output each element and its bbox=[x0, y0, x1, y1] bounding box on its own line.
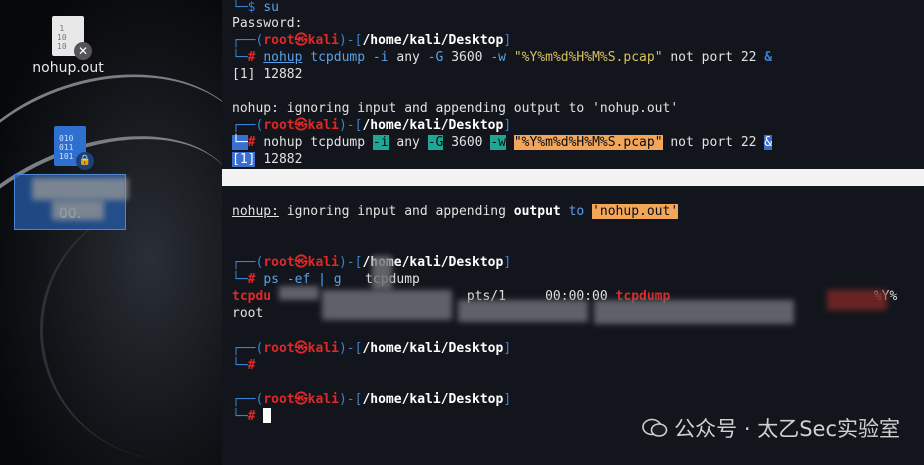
terminal-line: [1] 12882 bbox=[232, 152, 303, 167]
wechat-icon bbox=[642, 418, 668, 438]
terminal-command: └─# nohup tcpdump -i any -G 3600 -w "%Y%… bbox=[232, 50, 773, 65]
ps-output-row: root bbox=[232, 306, 264, 321]
redaction-blur bbox=[827, 290, 887, 310]
terminal-window[interactable]: └─$ su Password: ┌──(root㉿kali)-[/home/k… bbox=[222, 0, 924, 465]
text-file-icon: 1 10 10 ✕ bbox=[52, 16, 92, 60]
redaction-blur bbox=[594, 300, 794, 324]
shell-prompt: ┌──(root㉿kali)-[/home/kali/Desktop] bbox=[232, 392, 512, 407]
terminal-line: Password: bbox=[232, 16, 303, 31]
terminal-line: nohup: ignoring input and appending outp… bbox=[232, 204, 679, 219]
desktop-icon-nohup-out[interactable]: 1 10 10 ✕ nohup.out bbox=[20, 16, 116, 76]
close-icon: ✕ bbox=[74, 42, 92, 60]
redaction-blur bbox=[52, 200, 104, 220]
terminal-command: └─# nohup tcpdump -i any -G 3600 -w "%Y%… bbox=[232, 135, 773, 150]
redaction-blur bbox=[279, 286, 319, 300]
redaction-blur bbox=[32, 178, 128, 200]
lock-icon: 🔒 bbox=[76, 152, 94, 170]
terminal-line: nohup: ignoring input and appending outp… bbox=[232, 101, 679, 116]
watermark-text: 公众号 · 太乙Sec实验室 bbox=[674, 417, 900, 441]
desktop-area: 11010 ✕ nohup.out 010011101 🔒 00. bbox=[0, 0, 222, 465]
shell-prompt: ┌──(root㉿kali)-[/home/kali/Desktop] bbox=[232, 341, 512, 356]
text-cursor bbox=[263, 408, 272, 423]
terminal-line: └─# bbox=[232, 358, 256, 373]
redaction-blur bbox=[372, 256, 392, 290]
watermark: 公众号 · 太乙Sec实验室 bbox=[642, 413, 900, 443]
terminal-input-line[interactable]: └─# bbox=[232, 408, 272, 425]
terminal-line: └─$ su bbox=[232, 0, 279, 15]
shell-prompt: ┌──(root㉿kali)-[/home/kali/Desktop] bbox=[232, 33, 512, 48]
shell-prompt: ┌──(root㉿kali)-[/home/kali/Desktop] bbox=[232, 118, 512, 133]
redaction-blur bbox=[458, 300, 588, 322]
redaction-blur bbox=[322, 290, 452, 320]
desktop-icon-label: nohup.out bbox=[32, 60, 104, 76]
terminal-line: [1] 12882 bbox=[232, 67, 303, 82]
binary-file-icon: 010 011 101 🔒 bbox=[54, 126, 94, 170]
selection-bar bbox=[222, 169, 924, 186]
